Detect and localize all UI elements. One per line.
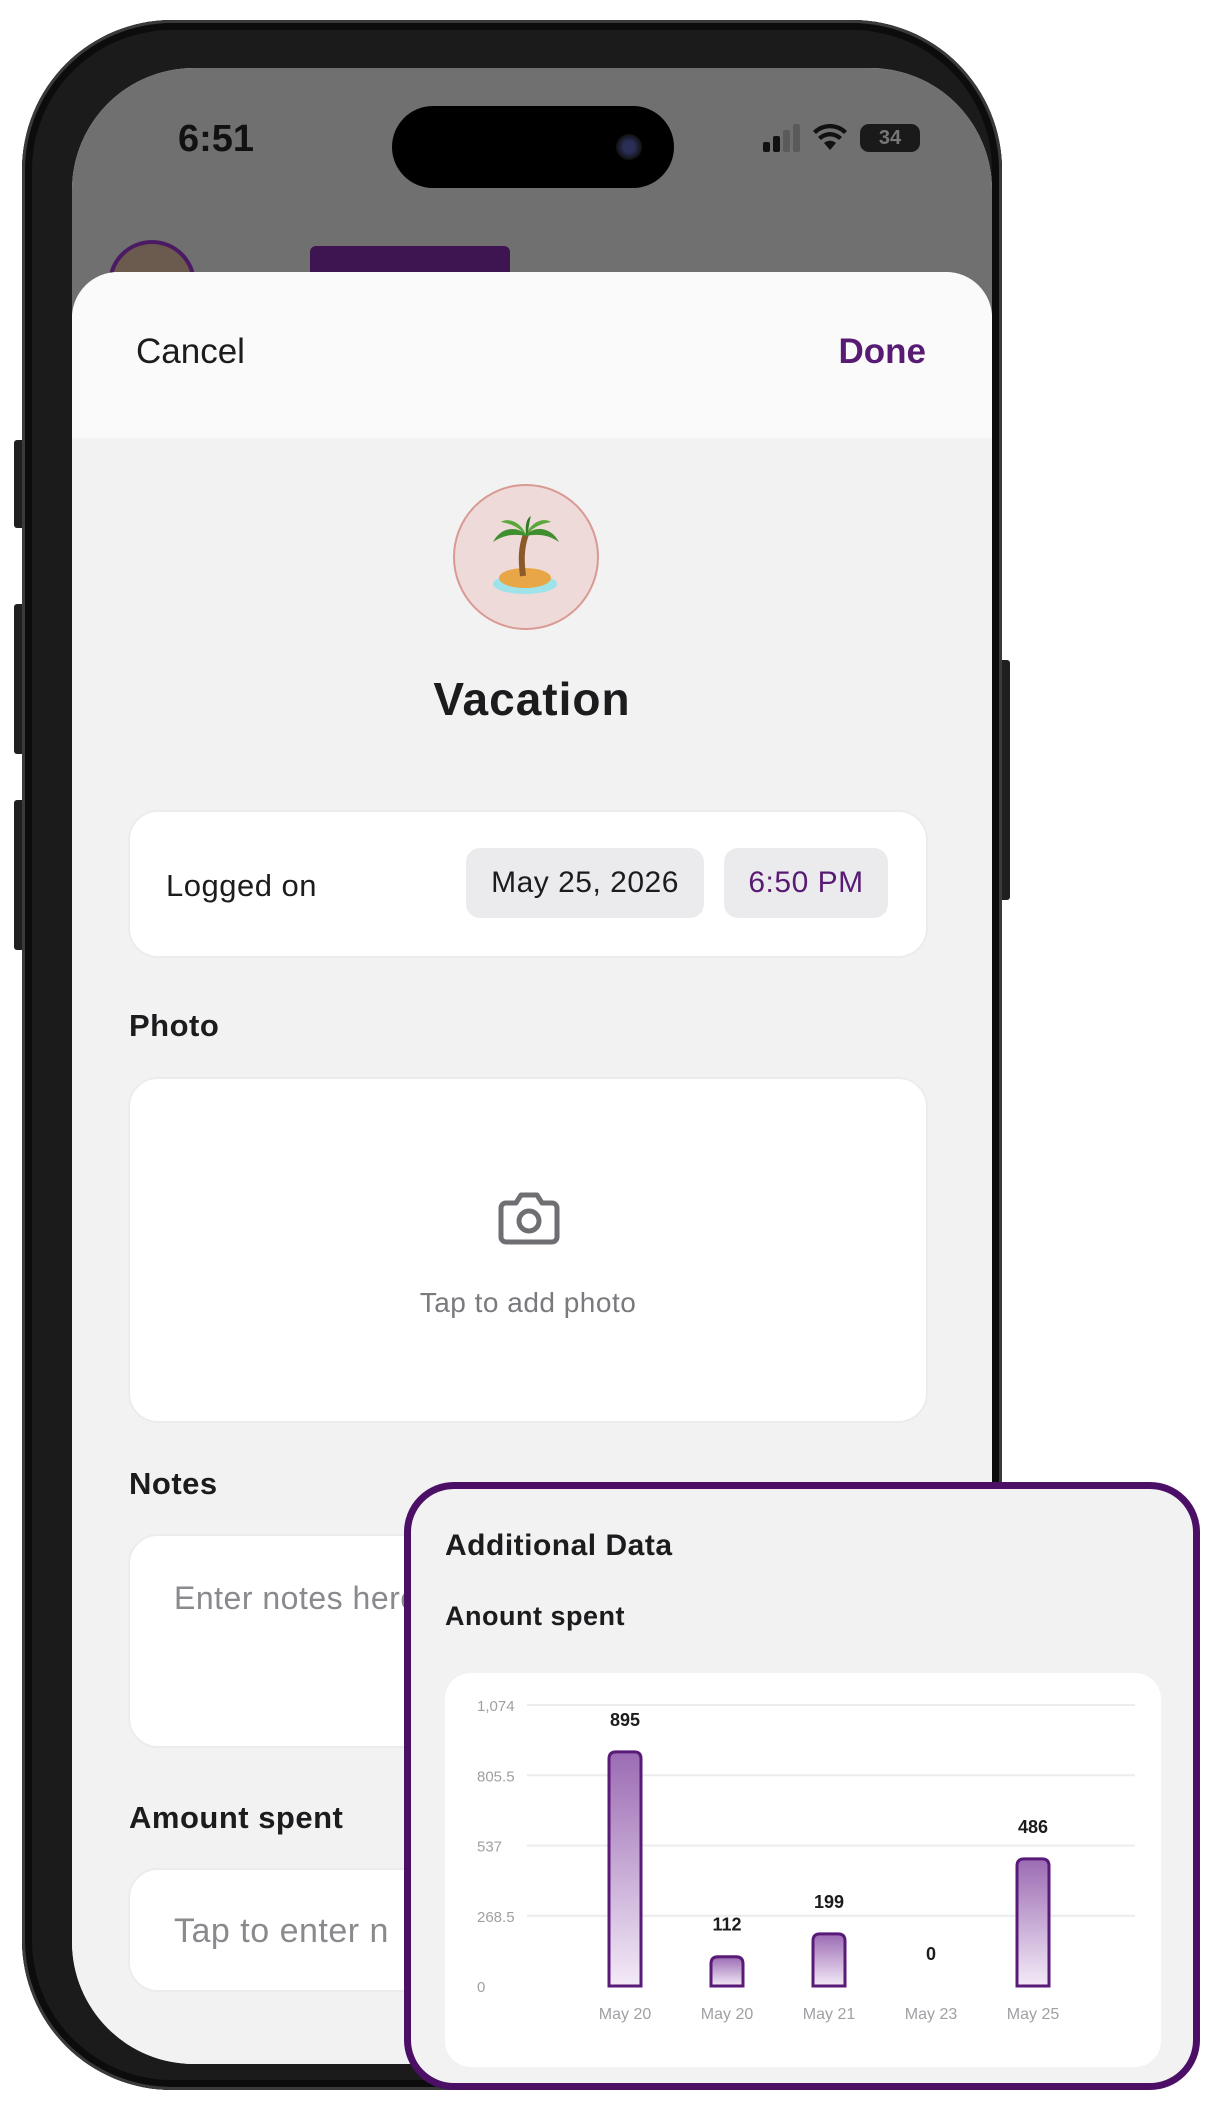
cellular-signal-icon <box>763 124 800 152</box>
photo-section-label: Photo <box>129 1008 220 1043</box>
bar-value-label: 0 <box>926 1944 936 1964</box>
bar <box>709 1955 745 1988</box>
x-tick-label: May 23 <box>905 2006 958 2023</box>
bar <box>1015 1857 1051 1988</box>
bar-value-label: 112 <box>712 1915 741 1935</box>
front-camera <box>616 134 642 160</box>
y-tick-label: 1,074 <box>477 1698 515 1715</box>
bar <box>607 1750 643 1988</box>
wifi-icon <box>813 124 847 150</box>
dynamic-island <box>392 106 674 188</box>
add-photo-hint: Tap to add photo <box>419 1287 637 1318</box>
sheet-header: Cancel Done <box>72 272 992 438</box>
x-tick-label: May 25 <box>1007 2006 1060 2023</box>
category-title: Vacation <box>433 673 631 725</box>
y-tick-label: 537 <box>477 1839 502 1856</box>
x-tick-label: May 20 <box>701 2006 754 2023</box>
status-icons: 34 <box>763 124 920 152</box>
camera-icon <box>498 1192 560 1245</box>
y-tick-label: 268.5 <box>477 1909 515 1926</box>
palm-tree-island-icon <box>493 516 559 594</box>
x-tick-label: May 20 <box>599 2006 652 2023</box>
amount-section-label: Amount spent <box>129 1800 344 1835</box>
add-photo-area[interactable]: Tap to add photo <box>128 1077 928 1423</box>
y-tick-label: 0 <box>477 1979 485 1996</box>
cancel-button[interactable]: Cancel <box>136 332 245 372</box>
bar <box>811 1932 847 1988</box>
notes-section-label: Notes <box>129 1466 218 1501</box>
amount-bar-chart: 0 268.5 537 805.5 1,074 895 May 20 112 May 20 199… <box>477 1698 1135 2023</box>
y-tick-label: 805.5 <box>477 1768 515 1785</box>
done-button[interactable]: Done <box>839 332 927 372</box>
logged-on-label: Logged on <box>166 868 318 903</box>
amount-placeholder: Tap to enter n <box>174 1912 389 1950</box>
amount-spent-chart-label: Anount spent <box>445 1601 625 1631</box>
status-time: 6:51 <box>178 118 255 160</box>
bar-value-label: 199 <box>814 1892 844 1912</box>
logged-on-row: Logged on May 25, 2026 6:50 PM <box>128 810 928 958</box>
time-picker[interactable]: 6:50 PM <box>724 848 888 918</box>
category-avatar[interactable] <box>453 484 599 630</box>
additional-data-title: Additional Data <box>445 1529 673 1562</box>
x-tick-label: May 21 <box>803 2006 856 2023</box>
amount-chart-card: 0 268.5 537 805.5 1,074 895 May 20 112 May 20 199… <box>445 1673 1161 2067</box>
additional-data-panel: Additional Data Anount spent 0 268.5 537 80… <box>404 1482 1200 2090</box>
battery-icon: 34 <box>860 124 920 152</box>
bar-value-label: 486 <box>1018 1817 1048 1837</box>
notes-placeholder: Enter notes here <box>174 1580 419 1616</box>
bar-value-label: 895 <box>610 1710 640 1730</box>
date-picker[interactable]: May 25, 2026 <box>466 848 704 918</box>
